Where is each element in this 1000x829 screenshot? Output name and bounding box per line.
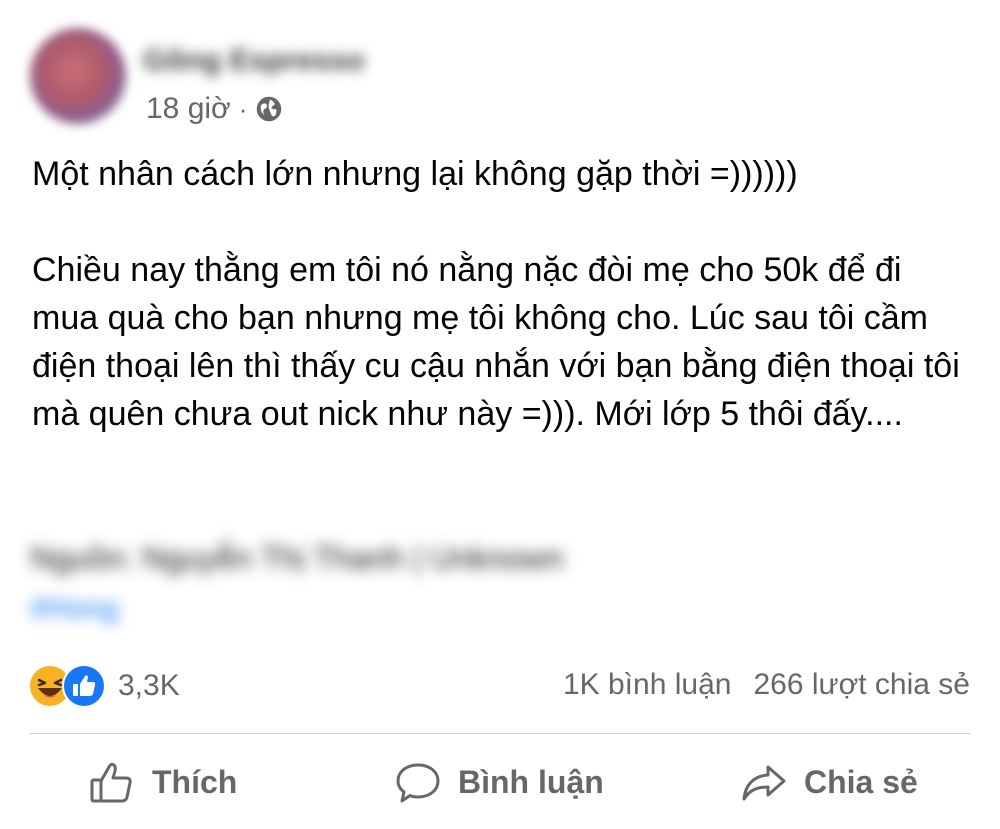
thumbs-up-icon (90, 762, 132, 802)
source-credit: Nguồn: Nguyễn Thị Thanh | Unknown (30, 540, 564, 576)
avatar[interactable] (30, 28, 126, 124)
like-label: Thích (152, 764, 238, 800)
post-paragraph-2: Chiều nay thằng em tôi nó nằng nặc đòi m… (32, 251, 960, 433)
action-bar: Thích Bình luận Chia sẻ (0, 745, 1000, 820)
engagement-counts: 1K bình luận 266 lượt chia sẻ (563, 668, 970, 702)
comment-label: Bình luận (458, 764, 604, 800)
share-button[interactable]: Chia sẻ (740, 745, 918, 820)
hashtag-link[interactable]: #Hong (30, 592, 118, 626)
comment-button[interactable]: Bình luận (394, 745, 604, 820)
like-icon (62, 664, 106, 708)
facebook-post: Gõng Espresso 18 giờ · Một nhân cách lớn… (0, 0, 1000, 829)
post-text: Một nhân cách lớn nhưng lại không gặp th… (32, 150, 972, 438)
globe-icon[interactable] (255, 95, 283, 123)
share-label: Chia sẻ (804, 764, 918, 800)
meta-separator: · (238, 93, 248, 124)
comment-icon (396, 763, 440, 802)
divider (30, 733, 970, 734)
like-button[interactable]: Thích (88, 745, 237, 820)
post-meta: 18 giờ · (146, 92, 283, 126)
author-name[interactable]: Gõng Espresso (143, 44, 365, 78)
comment-count[interactable]: 1K bình luận (563, 668, 731, 702)
post-line-1: Một nhân cách lớn nhưng lại không gặp th… (32, 155, 798, 193)
reaction-count[interactable]: 3,3K (118, 669, 180, 703)
share-icon (742, 765, 786, 800)
post-time[interactable]: 18 giờ (146, 92, 231, 126)
reactions-summary[interactable]: 3,3K (28, 664, 180, 708)
share-count[interactable]: 266 lượt chia sẻ (753, 668, 970, 702)
reaction-icons (28, 664, 106, 708)
